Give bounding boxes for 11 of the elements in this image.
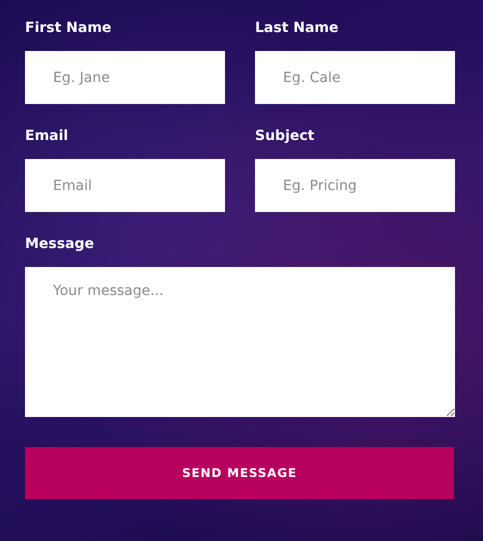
input-field[interactable]: Eg. Cale <box>255 51 455 104</box>
input-field[interactable]: Eg. Jane <box>25 51 225 104</box>
send-message-button[interactable]: SEND MESSAGE <box>25 447 454 499</box>
field-label: First Name <box>25 20 112 37</box>
field-label: Last Name <box>255 20 339 37</box>
field-label: Email <box>25 128 68 145</box>
field-label: Message <box>25 236 94 253</box>
field-label: Subject <box>255 128 314 145</box>
input-field[interactable]: Eg. Pricing <box>255 159 455 212</box>
input-field[interactable]: Email <box>25 159 225 212</box>
message-field[interactable]: Your message... <box>25 267 455 417</box>
